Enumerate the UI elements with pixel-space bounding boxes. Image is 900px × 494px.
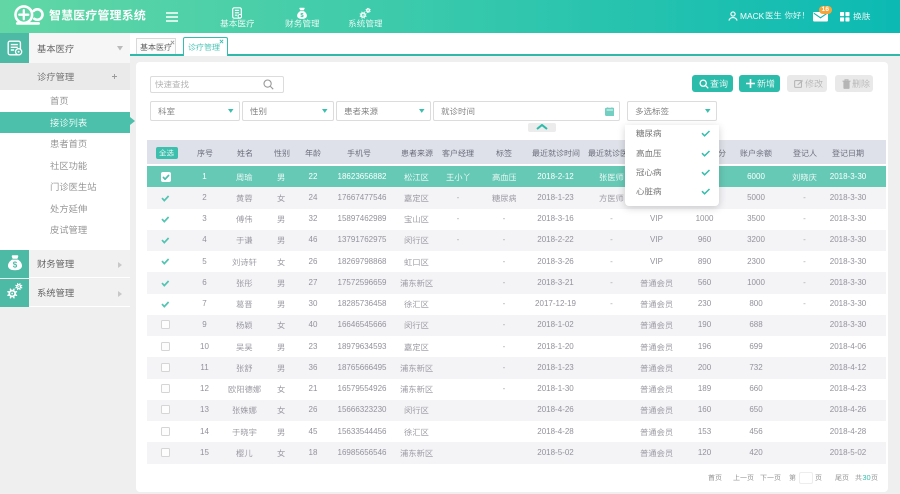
- svg-text:$: $: [12, 261, 17, 270]
